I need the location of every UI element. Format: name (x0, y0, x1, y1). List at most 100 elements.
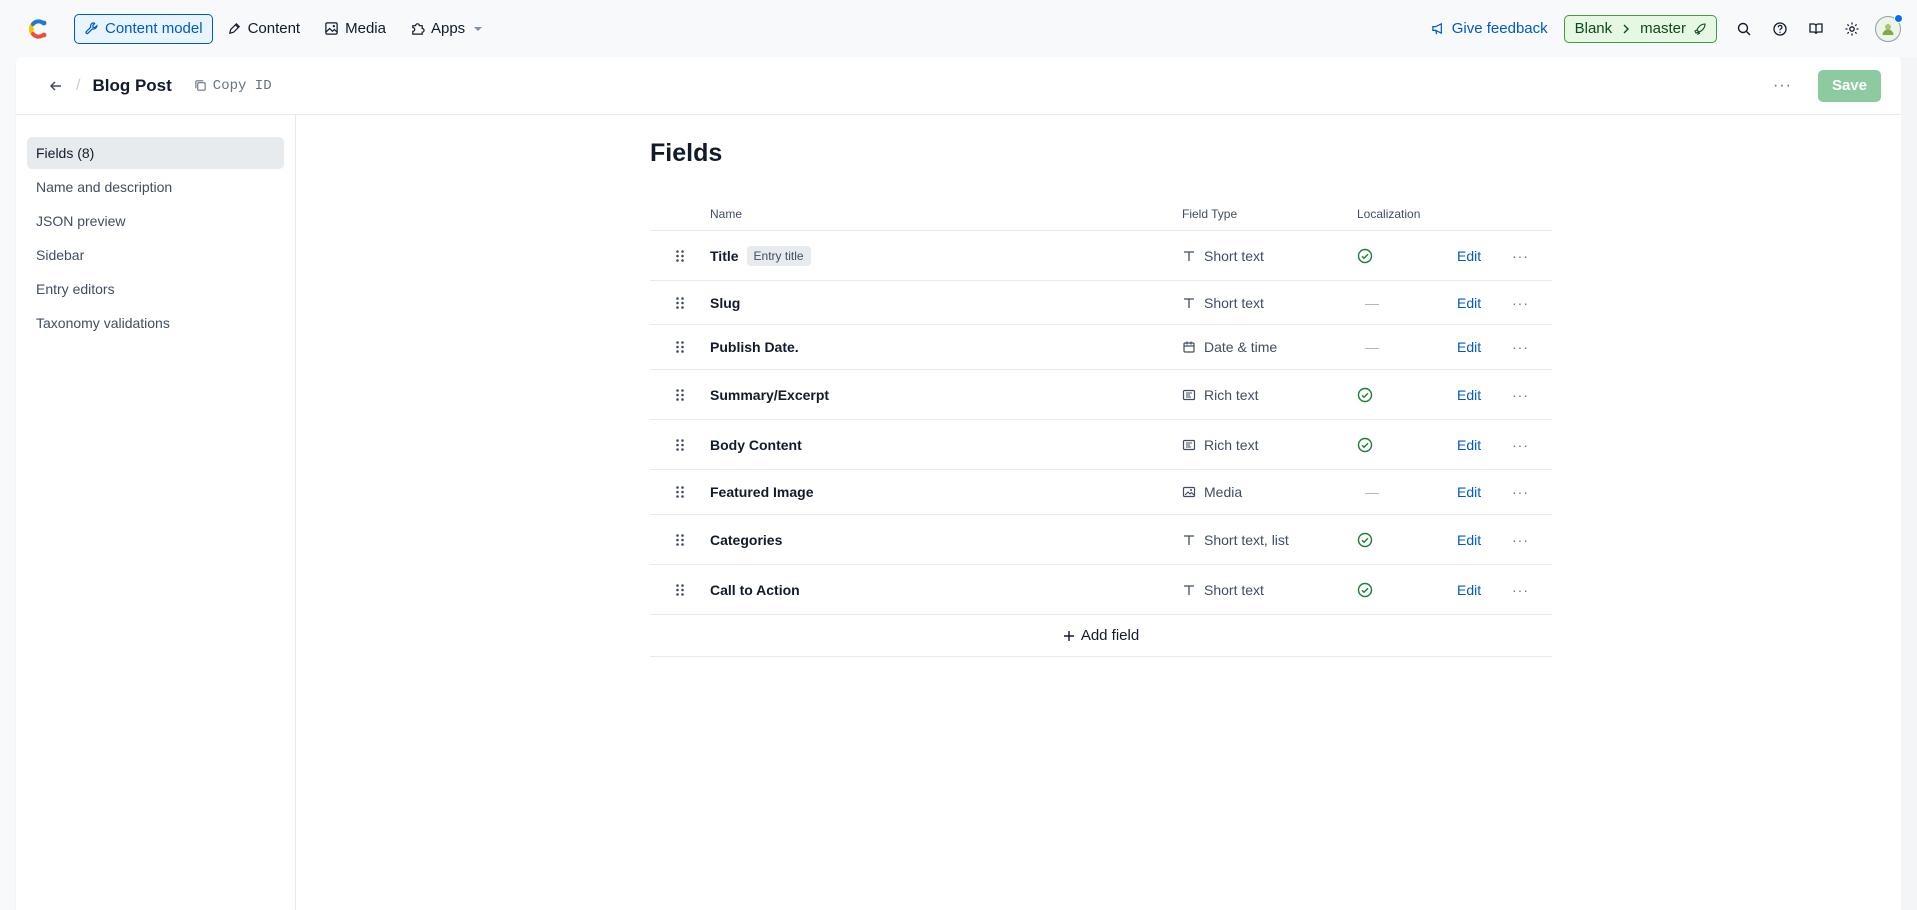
copy-id-button[interactable]: Copy ID (194, 78, 272, 94)
field-more-button[interactable]: ··· (1512, 582, 1552, 598)
fields-table-header: Name Field Type Localization (650, 197, 1552, 231)
localization-cell (1357, 532, 1457, 548)
field-more-button[interactable]: ··· (1512, 532, 1552, 548)
localization-cell (1357, 582, 1457, 598)
drag-handle-icon (676, 341, 684, 353)
nav-media[interactable]: Media (314, 14, 396, 44)
field-type-cell: Short text (1182, 295, 1357, 311)
nav-content-label: Content (247, 20, 301, 37)
nav-apps[interactable]: Apps (400, 14, 493, 44)
user-avatar[interactable] (1875, 13, 1903, 42)
text-icon (1184, 297, 1194, 308)
nav-content[interactable]: Content (217, 14, 311, 44)
fields-heading: Fields (650, 139, 723, 167)
fields-section: Fields Name Field Type Localization Titl… (650, 115, 1552, 657)
rocket-icon (1694, 22, 1706, 35)
edit-field-button[interactable]: Edit (1457, 532, 1512, 548)
edit-field-button[interactable]: Edit (1457, 295, 1512, 311)
field-type: Rich text (1204, 436, 1259, 453)
richtext-icon (1182, 389, 1196, 400)
field-row[interactable]: Call to Action Short text Edit ··· (650, 565, 1552, 615)
notification-dot (1894, 13, 1903, 23)
localization-cell (1357, 248, 1457, 264)
field-more-button[interactable]: ··· (1512, 484, 1552, 500)
field-more-button[interactable]: ··· (1512, 339, 1552, 355)
type-column-header: Field Type (1182, 206, 1238, 221)
drag-handle[interactable] (650, 485, 710, 499)
edit-field-button[interactable]: Edit (1457, 339, 1512, 355)
field-row[interactable]: Publish Date. Date & time — Edit ··· (650, 325, 1552, 370)
pen-icon (228, 22, 240, 35)
field-row[interactable]: Title Entry title Short text Edit ··· (650, 231, 1552, 281)
drag-handle-icon (676, 296, 684, 309)
field-row[interactable]: Body Content Rich text Edit ··· (650, 420, 1552, 470)
sidebar-item-name-description[interactable]: Name and description (27, 171, 284, 203)
field-name: Featured Image (710, 484, 814, 500)
sidebar-item-fields[interactable]: Fields (8) (27, 137, 284, 169)
more-actions-button[interactable]: ··· (1773, 77, 1792, 95)
field-type: Media (1204, 484, 1243, 500)
drag-handle[interactable] (650, 296, 710, 310)
localization-cell: — (1357, 295, 1457, 311)
sidebar-item-taxonomy-validations[interactable]: Taxonomy validations (27, 307, 284, 339)
save-button[interactable]: Save (1817, 69, 1881, 102)
drag-handle-icon (676, 583, 684, 596)
drag-handle[interactable] (650, 438, 710, 452)
field-type-cell: Short text (1182, 248, 1357, 264)
search-button[interactable] (1729, 14, 1759, 44)
content-type-panel: / Blog Post Copy ID ··· Save Fields (8) … (16, 57, 1901, 910)
field-name: Call to Action (710, 581, 800, 598)
sidebar-item-entry-editors[interactable]: Entry editors (27, 273, 284, 305)
drag-handle[interactable] (650, 249, 710, 263)
drag-handle[interactable] (650, 533, 710, 547)
gear-icon (1845, 22, 1859, 35)
drag-handle[interactable] (650, 340, 710, 354)
media-icon (1182, 486, 1196, 498)
back-button[interactable] (46, 76, 66, 96)
megaphone-icon (1432, 22, 1442, 35)
field-type-cell: Media (1182, 484, 1357, 500)
field-name-cell: Publish Date. (710, 339, 1182, 355)
field-name-cell: Slug (710, 295, 1182, 311)
drag-handle[interactable] (650, 388, 710, 402)
field-more-button[interactable]: ··· (1512, 437, 1552, 453)
help-button[interactable] (1765, 14, 1795, 44)
sidebar-item-sidebar[interactable]: Sidebar (27, 239, 284, 271)
plus-icon (1063, 630, 1074, 641)
entry-title-badge: Entry title (746, 245, 811, 266)
field-row[interactable]: Slug Short text — Edit ··· (650, 281, 1552, 325)
settings-button[interactable] (1837, 14, 1867, 44)
localization-cell: — (1357, 484, 1457, 500)
localization-cell (1357, 387, 1457, 403)
field-type-cell: Short text (1182, 582, 1357, 598)
field-name-cell: Categories (710, 532, 1182, 548)
book-icon (1809, 22, 1823, 34)
field-name-cell: Body Content (710, 437, 1182, 453)
field-name-cell: Call to Action (710, 582, 1182, 598)
field-type: Short text (1204, 294, 1264, 311)
edit-field-button[interactable]: Edit (1457, 582, 1512, 598)
field-row[interactable]: Categories Short text, list Edit ··· (650, 515, 1552, 565)
contentful-logo-icon[interactable] (24, 15, 52, 43)
field-row[interactable]: Featured Image Media — Edit ··· (650, 470, 1552, 515)
field-more-button[interactable]: ··· (1512, 248, 1552, 264)
edit-field-button[interactable]: Edit (1457, 484, 1512, 500)
docs-button[interactable] (1801, 14, 1831, 44)
add-field-button[interactable]: Add field (650, 615, 1552, 657)
check-circle-icon (1357, 248, 1373, 263)
edit-field-button[interactable]: Edit (1457, 248, 1512, 264)
field-type-cell: Date & time (1182, 339, 1357, 355)
field-more-button[interactable]: ··· (1512, 295, 1552, 311)
sidebar-item-json-preview[interactable]: JSON preview (27, 205, 284, 237)
field-name-cell: Featured Image (710, 484, 1182, 500)
drag-handle-icon (676, 249, 684, 262)
nav-content-model[interactable]: Content model (74, 13, 213, 44)
field-type: Short text (1204, 247, 1264, 264)
edit-field-button[interactable]: Edit (1457, 387, 1512, 403)
give-feedback-link[interactable]: Give feedback (1431, 20, 1548, 37)
field-row[interactable]: Summary/Excerpt Rich text Edit ··· (650, 370, 1552, 420)
drag-handle[interactable] (650, 583, 710, 597)
edit-field-button[interactable]: Edit (1457, 437, 1512, 453)
field-more-button[interactable]: ··· (1512, 387, 1552, 403)
environment-switcher[interactable]: Blank master (1563, 14, 1717, 43)
